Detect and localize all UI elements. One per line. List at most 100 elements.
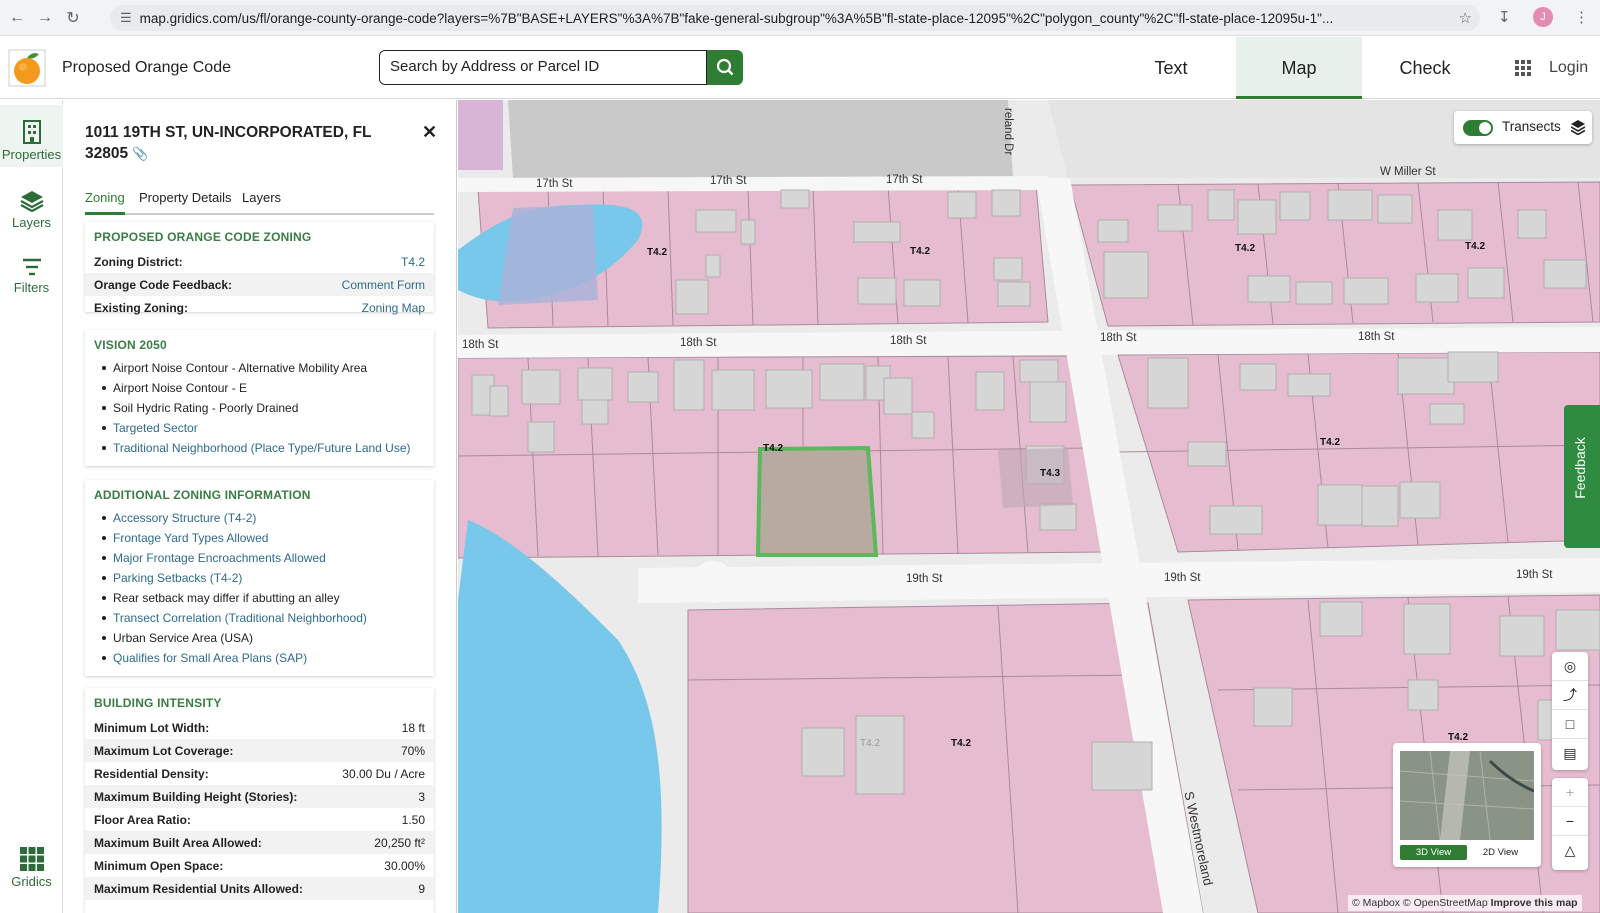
rail-layers[interactable]: Layers bbox=[0, 190, 63, 230]
rail-filters[interactable]: Filters bbox=[0, 257, 63, 295]
print-icon[interactable]: ▤ bbox=[1552, 739, 1588, 768]
list-item-link[interactable]: Parking Setbacks (T4-2) bbox=[94, 568, 425, 588]
row-value: 30.00% bbox=[384, 858, 425, 873]
tab-zoning[interactable]: Zoning bbox=[85, 190, 125, 215]
tab-map[interactable]: Map bbox=[1236, 37, 1362, 99]
street-label: 17th St bbox=[710, 175, 747, 187]
building-intensity-card: BUILDING INTENSITY Minimum Lot Width: 18 … bbox=[85, 688, 434, 913]
street-label: 19th St bbox=[1164, 572, 1201, 584]
street-label: 18th St bbox=[462, 339, 499, 351]
map-attribution: © Mapbox © OpenStreetMap Improve this ma… bbox=[1348, 895, 1582, 911]
zone-label: T4.2 bbox=[1465, 241, 1486, 252]
rail-properties[interactable]: Properties bbox=[0, 105, 63, 167]
zone-label: T4.3 bbox=[1040, 468, 1061, 479]
selected-parcel bbox=[755, 445, 879, 557]
list-item-link[interactable]: Accessory Structure (T4-2) bbox=[94, 508, 425, 528]
3d-view-button[interactable]: 3D View bbox=[1400, 845, 1467, 860]
list-item-link[interactable]: Major Frontage Encroachments Allowed bbox=[94, 548, 425, 568]
row-value: 70% bbox=[400, 743, 425, 758]
zone-label: T4.2 bbox=[860, 738, 881, 749]
gridics-brand[interactable]: Gridics bbox=[0, 847, 63, 889]
app-title: Proposed Orange Code bbox=[62, 59, 231, 76]
row-value: 20,250 ft² bbox=[374, 835, 425, 850]
zoom-out-button[interactable]: − bbox=[1552, 807, 1588, 836]
address-text: 1011 19TH ST, UN-INCORPORATED, FL 32805 bbox=[85, 124, 372, 162]
tab-text[interactable]: Text bbox=[1108, 37, 1234, 99]
apps-grid-icon[interactable] bbox=[1515, 60, 1531, 76]
street-label: reland Dr bbox=[1002, 108, 1014, 156]
street-label: 19th St bbox=[906, 573, 943, 585]
address-bar[interactable]: ☰ map.gridics.com/us/fl/orange-county-or… bbox=[110, 5, 1480, 31]
row-label: Minimum Open Space: bbox=[94, 858, 224, 873]
building-icon bbox=[22, 120, 41, 144]
street-label: 17th St bbox=[536, 178, 573, 190]
zone-label: T4.2 bbox=[763, 443, 784, 454]
link-icon[interactable]: 📎 bbox=[132, 146, 148, 161]
list-item-link[interactable]: Traditional Neighborhood (Place Type/Fut… bbox=[94, 438, 425, 458]
attribution-text[interactable]: © Mapbox © OpenStreetMap bbox=[1352, 897, 1488, 909]
satellite-thumbnail[interactable] bbox=[1400, 751, 1534, 840]
list-item: Urban Service Area (USA) bbox=[94, 628, 425, 648]
gridics-logo-icon bbox=[19, 847, 44, 871]
row-label: Residential Density: bbox=[94, 766, 209, 781]
login-link[interactable]: Login bbox=[1549, 59, 1588, 77]
list-item-link[interactable]: Transect Correlation (Traditional Neighb… bbox=[94, 608, 425, 628]
2d-view-button[interactable]: 2D View bbox=[1467, 845, 1534, 860]
street-label: 18th St bbox=[1100, 332, 1137, 344]
feedback-tab[interactable]: Feedback ☺ bbox=[1564, 405, 1600, 548]
toggle-switch[interactable] bbox=[1463, 120, 1493, 136]
back-icon[interactable]: ← bbox=[6, 7, 28, 29]
list-item: Soil Hydric Rating - Poorly Drained bbox=[94, 398, 425, 418]
zone-label: T4.2 bbox=[647, 247, 668, 258]
comment-form-link[interactable]: Comment Form bbox=[342, 278, 425, 292]
list-item-link[interactable]: Frontage Yard Types Allowed bbox=[94, 528, 425, 548]
street-label: 18th St bbox=[1358, 331, 1395, 343]
row-value: 9 bbox=[418, 881, 425, 896]
orange-logo-icon[interactable] bbox=[8, 49, 46, 87]
improve-map-link[interactable]: Improve this map bbox=[1491, 897, 1578, 909]
row-value: 18 ft bbox=[401, 720, 425, 735]
row-label: Maximum Built Area Allowed: bbox=[94, 835, 262, 850]
tab-check[interactable]: Check bbox=[1362, 37, 1488, 99]
tab-property-details[interactable]: Property Details bbox=[139, 190, 231, 215]
feedback-row: Orange Code Feedback: Comment Form bbox=[85, 273, 434, 296]
tab-layers[interactable]: Layers bbox=[242, 190, 281, 215]
site-settings-icon[interactable]: ☰ bbox=[120, 10, 132, 26]
zone-label: T4.2 bbox=[1448, 732, 1469, 743]
minimap[interactable]: 3D View 2D View bbox=[1393, 743, 1541, 867]
grey-block bbox=[508, 100, 1013, 178]
row-label: Maximum Residential Units Allowed: bbox=[94, 881, 303, 896]
list-item-link[interactable]: Targeted Sector bbox=[94, 418, 425, 438]
list-item-link[interactable]: Qualifies for Small Area Plans (SAP) bbox=[94, 648, 425, 668]
bookmark-star-icon[interactable]: ☆ bbox=[1459, 9, 1472, 27]
row-label: Existing Zoning: bbox=[94, 300, 188, 315]
search-icon bbox=[716, 58, 734, 76]
browser-menu-icon[interactable]: ⋮ bbox=[1574, 8, 1589, 26]
locate-icon[interactable]: ◎ bbox=[1552, 652, 1588, 681]
table-row: Maximum Residential Units Allowed: 9 bbox=[85, 877, 434, 900]
search-button[interactable] bbox=[707, 50, 743, 85]
table-row: Maximum Building Height (Stories): 3 bbox=[85, 785, 434, 808]
zone-label: T4.2 bbox=[1320, 437, 1341, 448]
rail-properties-label: Properties bbox=[1, 147, 62, 162]
row-value: 30.00 Du / Acre bbox=[342, 766, 425, 781]
profile-avatar[interactable]: J bbox=[1533, 7, 1553, 27]
map-canvas[interactable]: 17th St 17th St 17th St 18th St 18th St … bbox=[458, 100, 1600, 913]
download-icon[interactable]: ↧ bbox=[1498, 8, 1511, 26]
search-input[interactable]: Search by Address or Parcel ID bbox=[379, 50, 707, 85]
reload-icon[interactable]: ↻ bbox=[62, 7, 84, 29]
compass-icon[interactable]: △ bbox=[1552, 836, 1588, 865]
zoning-map-link[interactable]: Zoning Map bbox=[362, 301, 425, 315]
close-panel-button[interactable]: ✕ bbox=[422, 122, 437, 143]
zoom-in-button[interactable]: + bbox=[1552, 778, 1588, 807]
measure-line-icon[interactable]: ⤴ bbox=[1552, 681, 1588, 710]
rail-layers-label: Layers bbox=[11, 215, 52, 230]
forward-icon[interactable]: → bbox=[34, 7, 56, 29]
zoning-district-link[interactable]: T4.2 bbox=[401, 255, 425, 269]
draw-controls: ◎ ⤴ □ ▤ bbox=[1552, 652, 1588, 770]
filter-icon bbox=[22, 258, 41, 276]
polygon-icon[interactable]: □ bbox=[1552, 710, 1588, 739]
property-panel: 1011 19TH ST, UN-INCORPORATED, FL 32805 … bbox=[64, 100, 457, 913]
street-label: 18th St bbox=[680, 337, 717, 349]
transects-toggle[interactable]: Transects bbox=[1454, 111, 1592, 144]
